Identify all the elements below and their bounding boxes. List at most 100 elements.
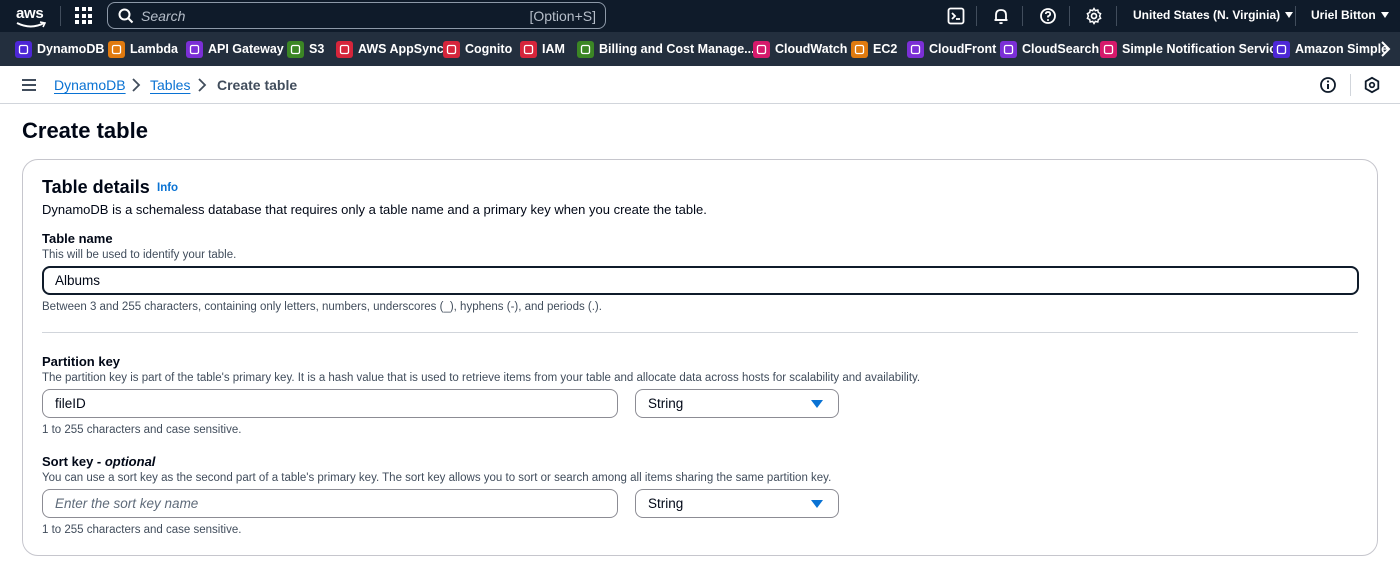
partition-key-description: The partition key is part of the table's… (42, 372, 921, 384)
table-name-label: Table name (42, 231, 113, 246)
favorite-cloudsearch[interactable]: CloudSearch (1000, 40, 1099, 58)
favorite-label: Cognito (465, 42, 513, 56)
favorite-label: Amazon Simple (1295, 42, 1389, 56)
caret-down-icon (1380, 12, 1389, 18)
api-gateway-icon (186, 40, 203, 58)
partition-key-input[interactable]: fileID (42, 389, 618, 418)
search-icon (118, 8, 134, 24)
breadcrumb-current: Create table (217, 77, 298, 93)
caret-down-icon (811, 400, 823, 408)
sns-icon (1100, 40, 1117, 58)
ec2-icon (851, 40, 868, 58)
billing-icon (577, 40, 594, 58)
sort-key-type-select[interactable]: String (635, 489, 839, 518)
favorite-label: S3 (309, 42, 325, 56)
favorite-label: CloudWatch (775, 42, 848, 56)
favorite-label: IAM (542, 42, 565, 56)
nav-divider (60, 6, 61, 26)
sort-key-label: Sort key - optional (42, 454, 155, 469)
section-title: Table details (42, 177, 150, 197)
divider (42, 332, 1358, 333)
favorite-api-gateway[interactable]: API Gateway (186, 40, 284, 58)
favorite-billing[interactable]: Billing and Cost Manage... (577, 40, 755, 58)
nav-divider (1069, 6, 1070, 26)
favorite-sns[interactable]: Simple Notification Service (1100, 40, 1283, 58)
info-link[interactable]: Info (157, 182, 178, 194)
cloudshell-icon[interactable] (947, 7, 965, 25)
sort-key-description: You can use a sort key as the second par… (42, 472, 832, 484)
nav-divider (1295, 6, 1296, 26)
table-name-input[interactable]: Albums (42, 266, 1359, 295)
favorite-cloudwatch[interactable]: CloudWatch (753, 40, 847, 58)
favorite-cloudfront[interactable]: CloudFront (907, 40, 996, 58)
sort-key-input[interactable]: Enter the sort key name (42, 489, 618, 518)
favorites-bar: DynamoDB Lambda API Gateway S3 AWS AppSync Co… (0, 32, 1400, 66)
search-input[interactable]: Search [Option+S] (107, 2, 606, 29)
s3-icon (287, 40, 304, 58)
settings-gear-icon[interactable] (1085, 7, 1103, 25)
cloudwatch-icon (753, 40, 770, 58)
sqs-icon (1273, 40, 1290, 58)
favorite-label: DynamoDB (37, 42, 105, 56)
breadcrumb-bar: DynamoDB Tables Create table (0, 66, 1400, 104)
notifications-bell-icon[interactable] (992, 7, 1010, 25)
iam-icon (520, 40, 537, 58)
cognito-icon (443, 40, 460, 58)
lambda-icon (108, 40, 125, 58)
sort-key-optional: optional (104, 454, 156, 469)
appsync-icon (336, 40, 353, 58)
partition-key-type-value: String (648, 396, 684, 411)
favorite-appsync[interactable]: AWS AppSync (336, 40, 444, 58)
sort-key-type-value: String (648, 496, 684, 511)
favorite-label: AWS AppSync (358, 42, 444, 56)
favorite-lambda[interactable]: Lambda (108, 40, 178, 58)
chevron-right-icon[interactable] (1379, 40, 1391, 58)
user-name: Uriel Bitton (1311, 8, 1376, 22)
favorite-sqs[interactable]: Amazon Simple (1273, 40, 1388, 58)
sort-key-hint: 1 to 255 characters and case sensitive. (42, 524, 242, 536)
help-icon[interactable] (1039, 7, 1057, 25)
caret-down-icon (811, 500, 823, 508)
favorite-label: EC2 (873, 42, 898, 56)
favorite-label: Simple Notification Service (1122, 42, 1284, 56)
favorite-label: CloudFront (929, 42, 997, 56)
search-placeholder: Search (141, 8, 186, 24)
chevron-right-icon (198, 78, 207, 92)
cloudsearch-icon (1000, 40, 1017, 58)
favorite-label: Billing and Cost Manage... (599, 42, 755, 56)
partition-key-hint: 1 to 255 characters and case sensitive. (42, 424, 242, 436)
sort-key-label-text: Sort key - (42, 454, 105, 469)
breadcrumb-dynamodb[interactable]: DynamoDB (54, 77, 126, 93)
page-title: Create table (22, 118, 148, 143)
account-menu[interactable]: Uriel Bitton (1311, 8, 1389, 22)
nav-divider (1116, 6, 1117, 26)
menu-hamburger-icon[interactable] (22, 79, 36, 91)
breadcrumb-tables[interactable]: Tables (150, 77, 190, 93)
caret-down-icon (1285, 12, 1294, 18)
services-menu-icon[interactable] (75, 7, 92, 24)
table-details-container: Table details Info DynamoDB is a schemal… (22, 159, 1378, 556)
favorite-ec2[interactable]: EC2 (851, 40, 897, 58)
favorite-iam[interactable]: IAM (520, 40, 565, 58)
nav-divider (1022, 6, 1023, 26)
dynamodb-icon (15, 40, 32, 58)
section-description: DynamoDB is a schemaless database that r… (42, 202, 707, 217)
hexagon-settings-icon[interactable] (1363, 76, 1381, 94)
aws-logo[interactable]: aws (14, 3, 48, 29)
info-panel-icon[interactable] (1319, 76, 1337, 94)
region-selector[interactable]: United States (N. Virginia) (1133, 8, 1294, 22)
search-shortcut: [Option+S] (529, 8, 596, 24)
nav-divider (976, 6, 977, 26)
partition-key-type-select[interactable]: String (635, 389, 839, 418)
favorite-label: CloudSearch (1022, 42, 1100, 56)
favorite-s3[interactable]: S3 (287, 40, 324, 58)
favorite-cognito[interactable]: Cognito (443, 40, 512, 58)
partition-key-label: Partition key (42, 354, 121, 369)
table-name-hint: Between 3 and 255 characters, containing… (42, 301, 602, 313)
favorite-label: API Gateway (208, 42, 284, 56)
table-name-description: This will be used to identify your table… (42, 249, 237, 261)
cloudfront-icon (907, 40, 924, 58)
favorite-dynamodb[interactable]: DynamoDB (15, 40, 104, 58)
favorite-label: Lambda (130, 42, 178, 56)
chevron-right-icon (132, 78, 141, 92)
